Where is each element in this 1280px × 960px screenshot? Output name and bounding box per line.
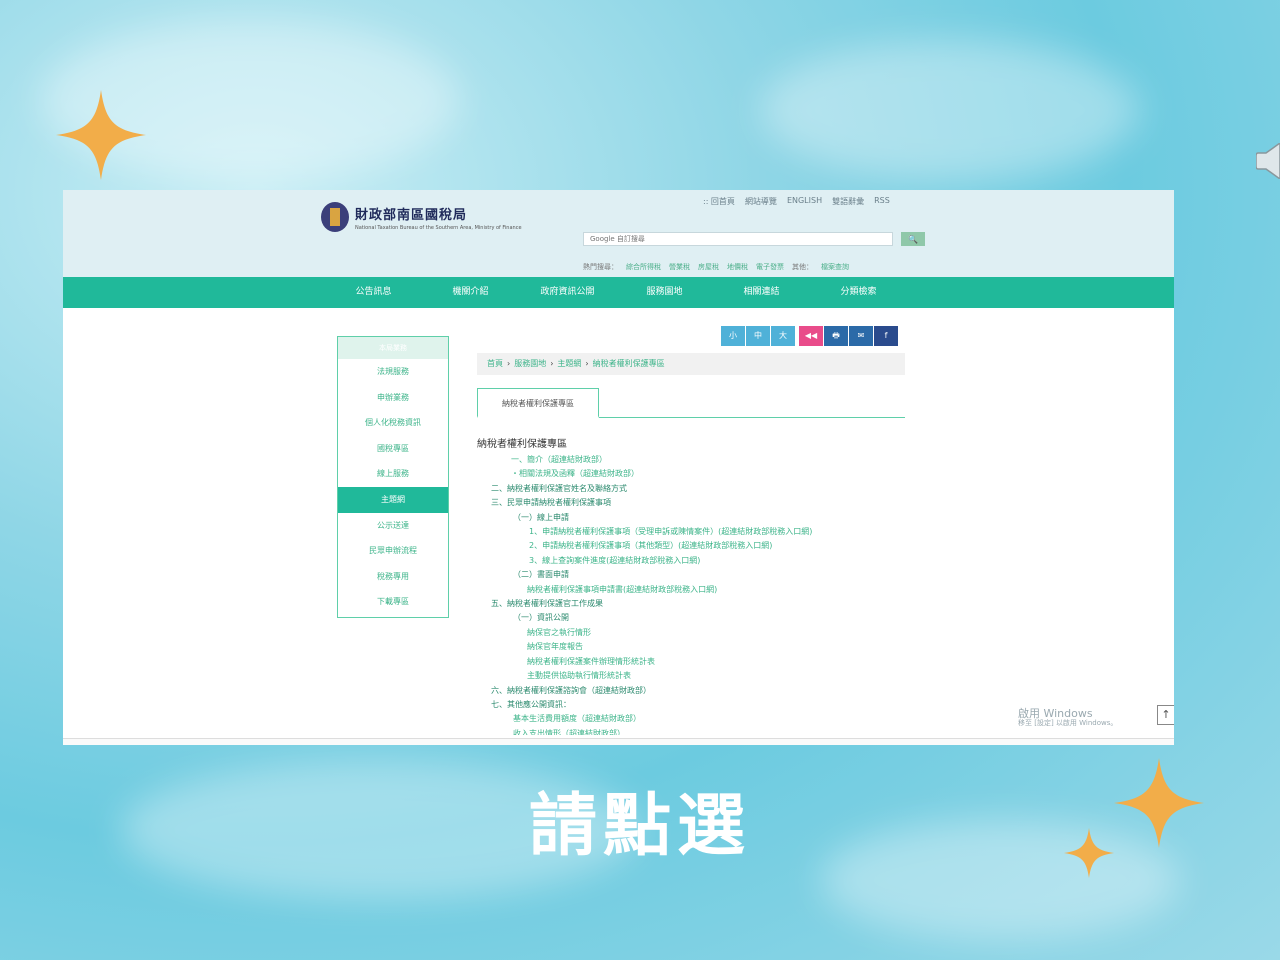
top-link-glossary[interactable]: 雙語辭彙 bbox=[832, 196, 864, 207]
nav-item-announcements[interactable]: 公告訊息 bbox=[325, 277, 422, 308]
top-links: :: 回首頁 網站導覽 ENGLISH 雙語辭彙 RSS bbox=[703, 196, 890, 207]
print-icon[interactable]: 🖶 bbox=[824, 326, 848, 346]
content-line: 三、民眾申請納稅者權利保護事項 bbox=[491, 498, 611, 508]
content-line[interactable]: 納稅者權利保護事項申請書(超連結財政部稅務入口網) bbox=[477, 583, 917, 597]
content-line: 五、納稅者權利保護官工作成果 bbox=[491, 599, 603, 609]
arrow-up-icon: ↑ bbox=[1161, 708, 1171, 721]
hot-keyword[interactable]: 檔案查詢 bbox=[821, 262, 849, 272]
nav-item-categories[interactable]: 分類檢索 bbox=[810, 277, 907, 308]
hot-keyword[interactable]: 房屋稅 bbox=[698, 262, 719, 272]
breadcrumb: 首頁 › 服務園地 › 主題網 › 納稅者權利保護專區 bbox=[477, 353, 905, 375]
site-logo[interactable]: 財政部南區國稅局 National Taxation Bureau of the… bbox=[321, 202, 522, 232]
background-cloud bbox=[760, 40, 1140, 180]
sidebar-item[interactable]: 稅務專用 bbox=[338, 564, 448, 590]
hot-keywords: 熱門搜尋： 綜合所得稅 營業稅 房屋稅 地價稅 電子發票 其他： 檔案查詢 bbox=[583, 262, 849, 272]
hot-keywords-label: 熱門搜尋： bbox=[583, 263, 618, 271]
sidebar-item[interactable]: 線上服務 bbox=[338, 461, 448, 487]
sidebar-item[interactable]: 個人化稅務資訊 bbox=[338, 410, 448, 436]
sidebar-item[interactable]: 法規服務 bbox=[338, 359, 448, 385]
top-link-english[interactable]: ENGLISH bbox=[787, 196, 822, 207]
site-header: 財政部南區國稅局 National Taxation Bureau of the… bbox=[63, 190, 1174, 277]
content-line: （一）資訊公開 bbox=[513, 613, 569, 623]
back-icon[interactable]: ◀◀ bbox=[799, 326, 823, 346]
search-input[interactable] bbox=[583, 232, 893, 246]
nav-item-about[interactable]: 機關介紹 bbox=[422, 277, 519, 308]
sparkle-star-icon bbox=[56, 90, 146, 180]
footer-strip bbox=[63, 738, 1174, 745]
tab-taxpayer-rights[interactable]: 納稅者權利保護專區 bbox=[477, 388, 599, 418]
content-line[interactable]: 1、申請納稅者權利保護事項（受理申訴或陳情案件）(超連結財政部稅務入口網) bbox=[477, 525, 917, 539]
slide-caption: 請點選 bbox=[528, 787, 751, 866]
content-line[interactable]: 納保官之執行情形 bbox=[477, 626, 917, 640]
content-list: 一、簡介（超連結財政部） ・相關法規及函釋（超連結財政部） 二、納稅者權利保護官姓名… bbox=[477, 453, 917, 735]
sidebar-item-active[interactable]: 主題網 bbox=[338, 486, 448, 513]
sidebar-item[interactable]: 公示送達 bbox=[338, 513, 448, 539]
top-link-home[interactable]: :: 回首頁 bbox=[703, 196, 735, 207]
page-tools: 小 中 大 ◀◀ 🖶 ✉ f bbox=[721, 326, 898, 346]
hot-keyword[interactable]: 地價稅 bbox=[727, 262, 748, 272]
mail-icon[interactable]: ✉ bbox=[849, 326, 873, 346]
nav-item-services[interactable]: 服務園地 bbox=[616, 277, 713, 308]
breadcrumb-item[interactable]: 服務園地 bbox=[514, 359, 546, 368]
tab-row: 納稅者權利保護專區 bbox=[477, 388, 905, 418]
breadcrumb-item[interactable]: 首頁 bbox=[487, 359, 503, 368]
hot-keywords-other-label: 其他： bbox=[792, 263, 813, 271]
top-link-sitemap[interactable]: 網站導覽 bbox=[745, 196, 777, 207]
hot-keyword[interactable]: 電子發票 bbox=[756, 262, 784, 272]
hot-keyword[interactable]: 綜合所得稅 bbox=[626, 262, 661, 272]
content-line[interactable]: 納保官年度報告 bbox=[477, 640, 917, 654]
nav-item-open-info[interactable]: 政府資訊公開 bbox=[519, 277, 616, 308]
content-line[interactable]: 一、簡介（超連結財政部） bbox=[477, 453, 917, 467]
website-screenshot: 財政部南區國稅局 National Taxation Bureau of the… bbox=[63, 190, 1174, 745]
scroll-to-top-button[interactable]: ↑ bbox=[1157, 705, 1174, 725]
sidebar-item[interactable]: 國稅專區 bbox=[338, 436, 448, 462]
main-nav: 公告訊息 機關介紹 政府資訊公開 服務園地 相關連結 分類檢索 bbox=[63, 277, 1174, 308]
content-line[interactable]: 納稅者權利保護案件辦理情形統計表 bbox=[477, 655, 917, 669]
search-icon: 🔍 bbox=[908, 234, 918, 244]
content-title: 納稅者權利保護專區 bbox=[477, 439, 567, 450]
content-line[interactable]: 收入支出情形（超連結財政部） bbox=[477, 727, 917, 735]
top-link-rss[interactable]: RSS bbox=[874, 196, 890, 207]
breadcrumb-item[interactable]: 主題網 bbox=[557, 359, 581, 368]
content-line: 二、納稅者權利保護官姓名及聯絡方式 bbox=[491, 483, 627, 493]
search-button[interactable]: 🔍 bbox=[901, 232, 925, 246]
content-area: 納稅者權利保護專區 一、簡介（超連結財政部） ・相關法規及函釋（超連結財政部） 二、… bbox=[477, 435, 917, 735]
nav-item-links[interactable]: 相關連結 bbox=[713, 277, 810, 308]
content-line[interactable]: 基本生活費用額度（超連結財政部） bbox=[477, 712, 917, 726]
font-medium-button[interactable]: 中 bbox=[746, 326, 770, 346]
logo-title: 財政部南區國稅局 bbox=[355, 207, 468, 223]
font-large-button[interactable]: 大 bbox=[771, 326, 795, 346]
breadcrumb-item[interactable]: 納稅者權利保護專區 bbox=[593, 359, 665, 368]
content-line: 七、其他應公開資訊： bbox=[491, 699, 571, 709]
sidebar-item[interactable]: 民眾申辦流程 bbox=[338, 538, 448, 564]
hot-keyword[interactable]: 營業稅 bbox=[669, 262, 690, 272]
watermark-line: 移至 [設定] 以啟用 Windows。 bbox=[1018, 719, 1118, 728]
logo-subtitle: National Taxation Bureau of the Southern… bbox=[355, 224, 522, 231]
speaker-icon[interactable] bbox=[1256, 143, 1280, 179]
content-line: （一）線上申請 bbox=[513, 512, 569, 522]
bureau-emblem-icon bbox=[321, 202, 349, 232]
content-line[interactable]: ・相關法規及函釋（超連結財政部） bbox=[477, 467, 917, 481]
sidebar-item[interactable]: 下載專區 bbox=[338, 589, 448, 615]
windows-activation-watermark: 啟用 Windows 移至 [設定] 以啟用 Windows。 bbox=[1018, 707, 1118, 728]
sidebar-header: 本局業務 bbox=[338, 337, 448, 359]
content-line[interactable]: 2、申請納稅者權利保護事項（其他類型）(超連結財政部稅務入口網) bbox=[477, 539, 917, 553]
content-line: （二）書面申請 bbox=[513, 570, 569, 580]
content-line[interactable]: 3、線上查詢案件進度(超連結財政部稅務入口網) bbox=[477, 554, 917, 568]
sidebar-item[interactable]: 申辦業務 bbox=[338, 385, 448, 411]
content-line[interactable]: 主動提供協助執行情形統計表 bbox=[477, 669, 917, 683]
font-small-button[interactable]: 小 bbox=[721, 326, 745, 346]
facebook-icon[interactable]: f bbox=[874, 326, 898, 346]
sidebar: 本局業務 法規服務 申辦業務 個人化稅務資訊 國稅專區 線上服務 主題網 公示送… bbox=[337, 336, 449, 618]
content-line: 六、納稅者權利保護諮詢會（超連結財政部） bbox=[491, 685, 651, 695]
